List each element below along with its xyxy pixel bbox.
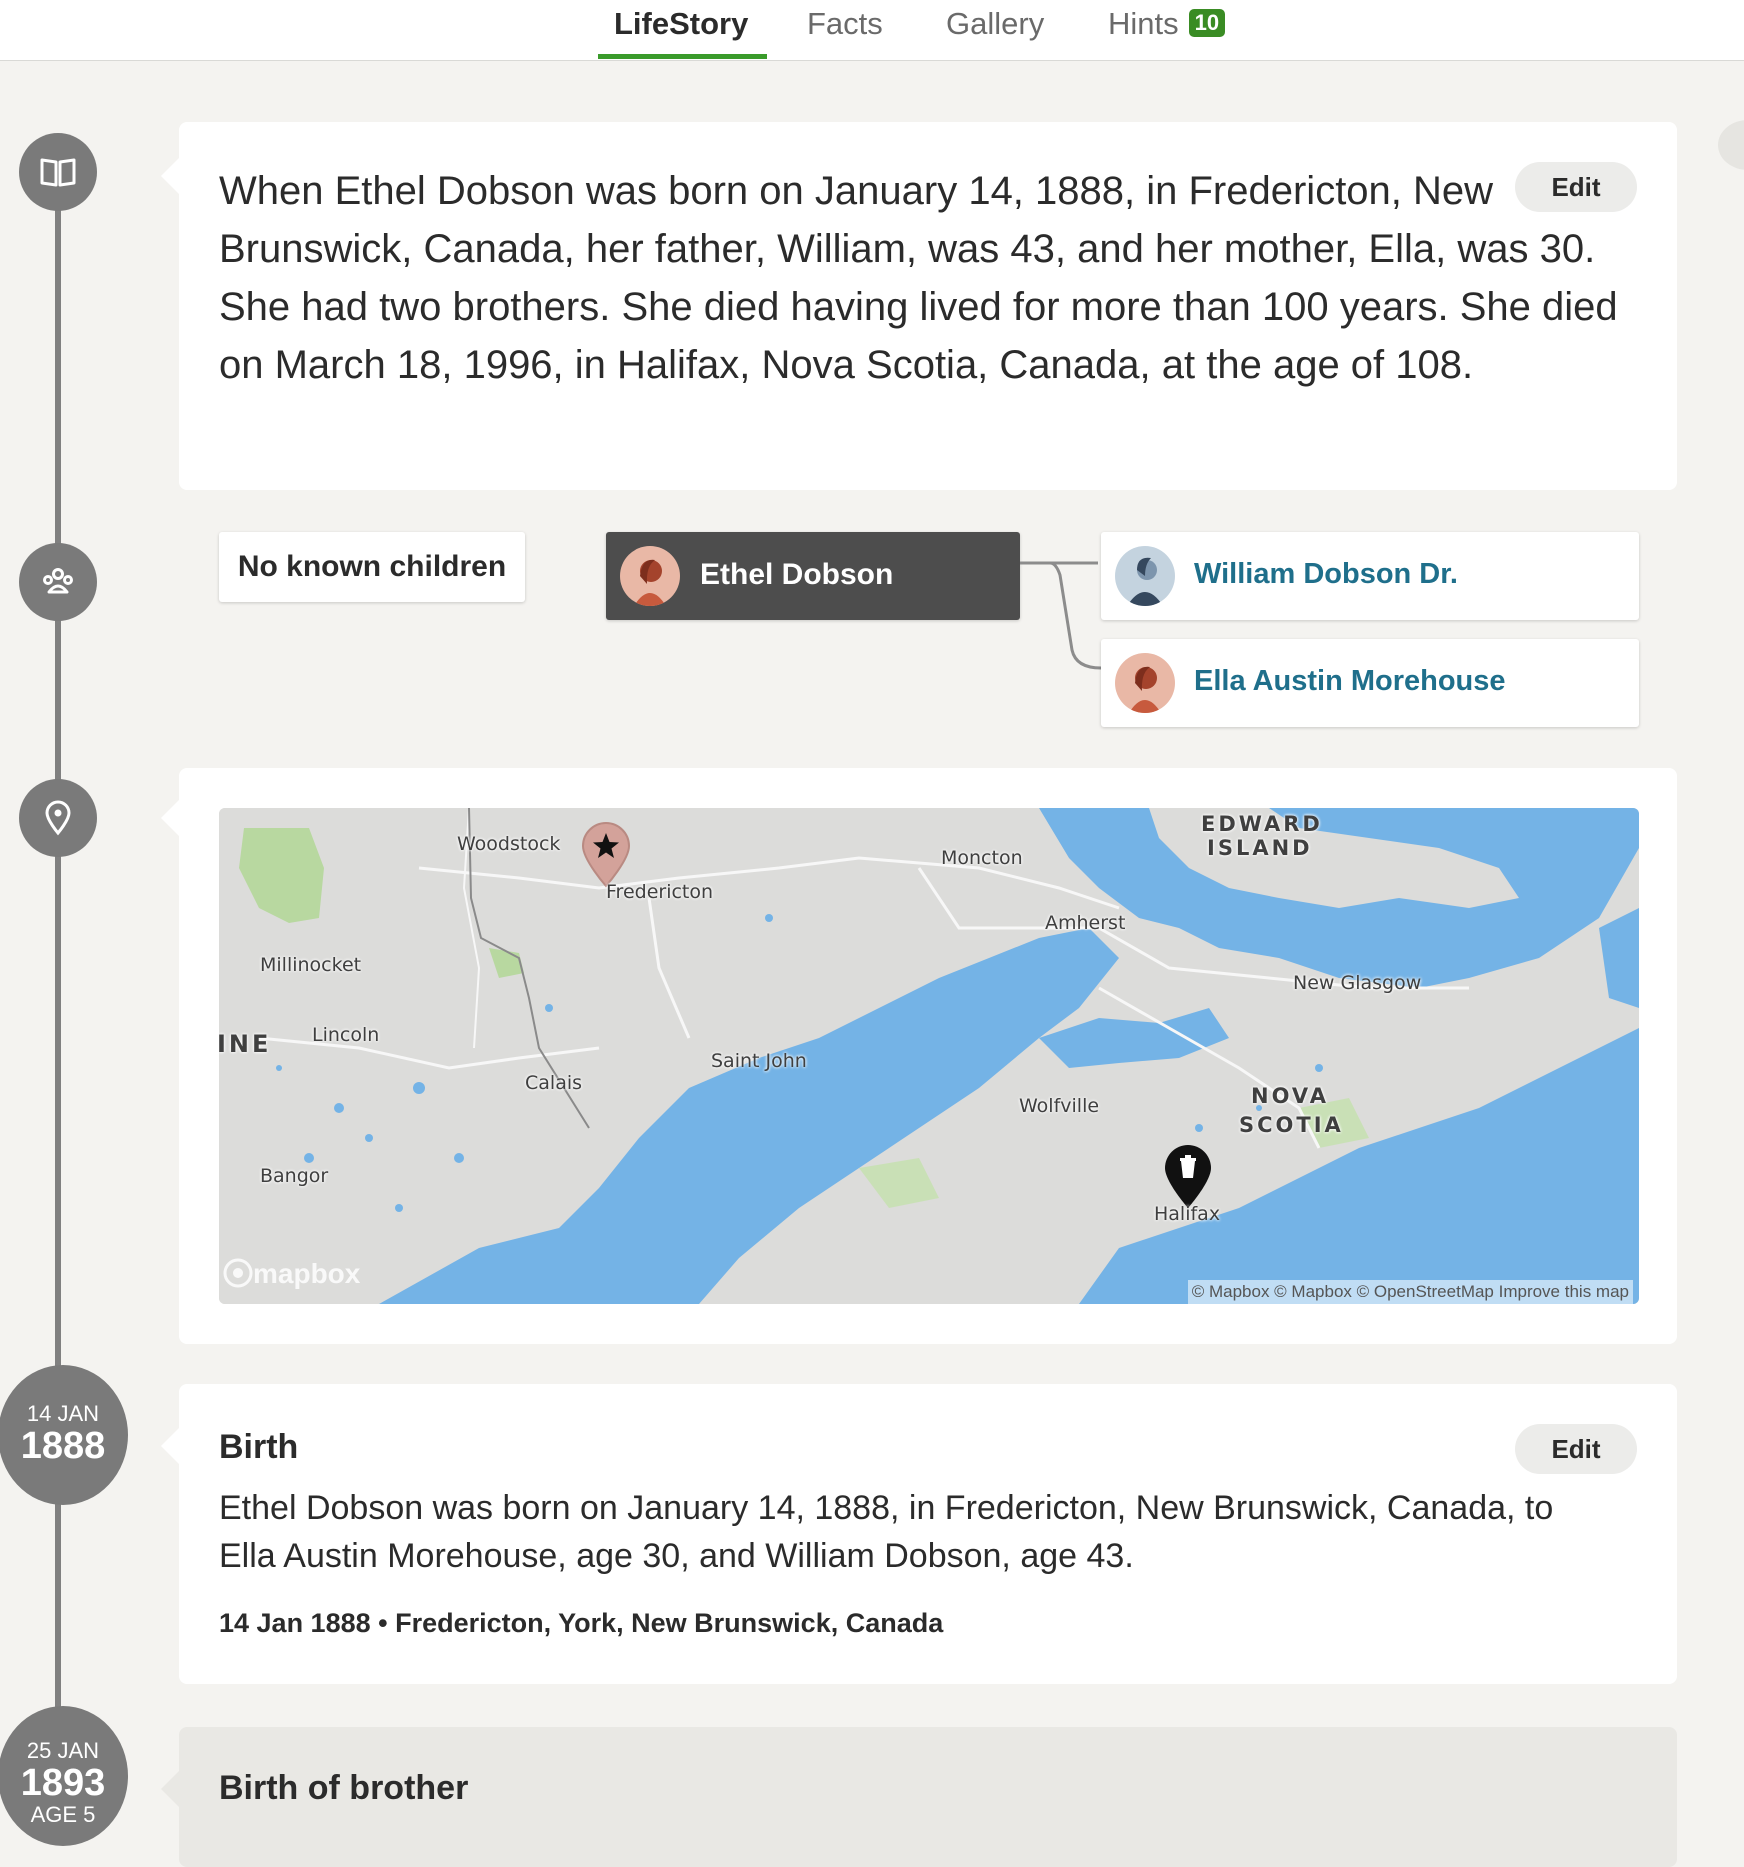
tab-gallery[interactable]: Gallery — [946, 6, 1044, 42]
card-pointer — [161, 1771, 179, 1807]
map-label-island: ISLAND — [1207, 836, 1313, 860]
event-year: 1888 — [20, 1425, 106, 1467]
map-label-fredericton: Fredericton — [606, 881, 714, 903]
event-year: 1893 — [20, 1762, 106, 1804]
edit-story-button[interactable]: Edit — [1515, 162, 1637, 212]
map-label-edward: EDWARD — [1201, 812, 1323, 836]
tab-lifestory[interactable]: LifeStory — [614, 6, 748, 42]
map-label-new-glasgow: New Glasgow — [1293, 972, 1422, 994]
map-label-maine: INE — [219, 1030, 272, 1058]
tab-facts[interactable]: Facts — [807, 6, 883, 42]
event-title: Birth — [219, 1428, 299, 1466]
timeline-date-birth: 14 JAN 1888 — [0, 1365, 128, 1505]
event-date-place: 14 Jan 1888 • Fredericton, York, New Bru… — [219, 1608, 944, 1638]
map-label-amherst: Amherst — [1045, 912, 1126, 934]
birth-of-brother-card: Birth of brother — [161, 1727, 1677, 1867]
female-avatar-icon — [1115, 653, 1175, 713]
timeline-line — [55, 170, 61, 1830]
event-day: 25 JAN — [26, 1738, 100, 1763]
death-marker-icon[interactable] — [1163, 1144, 1213, 1210]
hints-count-badge: 10 — [1188, 9, 1226, 37]
family-connector-lines — [1020, 561, 1102, 670]
card-pointer — [161, 800, 179, 836]
event-description: Ethel Dobson was born on January 14, 188… — [219, 1489, 1554, 1575]
event-title: Birth of brother — [219, 1769, 469, 1807]
card-pointer — [161, 158, 179, 194]
mother-name-link[interactable]: Ella Austin Morehouse — [1194, 665, 1506, 698]
edit-birth-button[interactable]: Edit — [1515, 1424, 1637, 1474]
self-person-card[interactable]: Ethel Dobson — [606, 532, 1020, 620]
life-events-map[interactable]: Woodstock Fredericton Moncton EDWARD ISL… — [219, 808, 1639, 1304]
father-card[interactable]: William Dobson Dr. — [1101, 532, 1639, 620]
location-pin-icon — [19, 779, 97, 857]
birth-star-marker-icon[interactable] — [581, 822, 631, 888]
map-label-millinocket: Millinocket — [260, 954, 362, 976]
card-pointer — [161, 1428, 179, 1464]
map-card: Woodstock Fredericton Moncton EDWARD ISL… — [161, 768, 1677, 1344]
map-label-moncton: Moncton — [941, 847, 1023, 869]
mapbox-logo-icon — [223, 1258, 253, 1288]
map-label-calais: Calais — [525, 1072, 583, 1094]
map-label-halifax: Halifax — [1154, 1203, 1221, 1225]
family-icon — [19, 543, 97, 621]
map-label-wolfville: Wolfville — [1019, 1095, 1100, 1117]
map-label-woodstock: Woodstock — [457, 833, 561, 855]
active-tab-indicator — [598, 54, 767, 59]
male-avatar-icon — [1115, 546, 1175, 606]
map-label-bangor: Bangor — [260, 1165, 329, 1187]
father-name-link[interactable]: William Dobson Dr. — [1194, 558, 1458, 591]
mapbox-logo[interactable]: mapbox — [223, 1258, 360, 1290]
map-label-nova: NOVA — [1251, 1084, 1329, 1108]
life-story-text: When Ethel Dobson was born on January 14… — [219, 169, 1618, 387]
life-story-card: When Ethel Dobson was born on January 14… — [161, 122, 1677, 490]
event-age: AGE 5 — [30, 1802, 96, 1827]
mother-card[interactable]: Ella Austin Morehouse — [1101, 639, 1639, 727]
birth-event-card: Birth Edit Ethel Dobson was born on Janu… — [161, 1384, 1677, 1684]
top-nav: LifeStory Facts Gallery Hints 10 — [0, 0, 1744, 61]
no-children-box: No known children — [219, 532, 525, 602]
map-label-saint-john: Saint John — [711, 1050, 807, 1072]
self-name: Ethel Dobson — [700, 558, 894, 591]
timeline-date-brother: 25 JAN 1893 AGE 5 — [0, 1706, 128, 1846]
map-terrain — [219, 808, 1639, 1304]
tab-hints[interactable]: Hints 10 — [1108, 6, 1226, 42]
female-avatar-icon — [620, 546, 680, 606]
map-label-scotia: SCOTIA — [1239, 1113, 1344, 1137]
map-label-lincoln: Lincoln — [312, 1024, 380, 1046]
side-scroll-button[interactable] — [1718, 120, 1744, 170]
event-day: 14 JAN — [26, 1401, 100, 1426]
tab-hints-label: Hints — [1108, 6, 1179, 41]
book-icon — [19, 133, 97, 211]
map-attribution[interactable]: © Mapbox © Mapbox © OpenStreetMap Improv… — [1187, 1280, 1633, 1304]
mapbox-logo-text: mapbox — [253, 1258, 361, 1289]
